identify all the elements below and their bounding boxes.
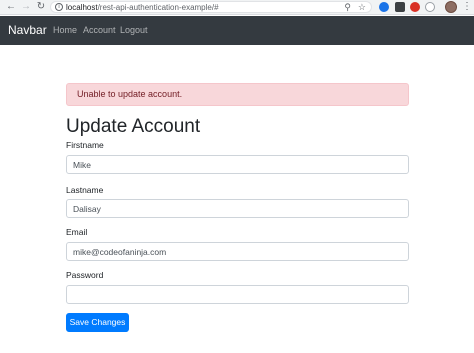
- firstname-label: Firstname: [66, 140, 104, 150]
- extension-icon[interactable]: [425, 2, 435, 12]
- url-text: localhost/rest-api-authentication-exampl…: [66, 3, 219, 12]
- navbar-brand[interactable]: Navbar: [8, 16, 47, 45]
- navbar: Navbar Home Account Logout: [0, 16, 474, 45]
- email-label: Email: [66, 227, 88, 237]
- address-bar[interactable]: i localhost/rest-api-authentication-exam…: [50, 1, 372, 13]
- back-icon[interactable]: ←: [5, 1, 17, 13]
- browser-toolbar: ← → ↻ i localhost/rest-api-authenticatio…: [0, 0, 474, 15]
- zoom-icon[interactable]: ⚲: [344, 2, 351, 13]
- email-field[interactable]: [66, 242, 409, 261]
- reload-icon[interactable]: ↻: [35, 1, 47, 13]
- forward-icon[interactable]: →: [20, 1, 32, 13]
- nav-link-logout[interactable]: Logout: [120, 16, 148, 45]
- extension-icon[interactable]: [379, 2, 389, 12]
- lastname-label: Lastname: [66, 185, 104, 195]
- nav-link-home[interactable]: Home: [53, 16, 77, 45]
- password-field[interactable]: [66, 285, 409, 304]
- lastname-field[interactable]: [66, 199, 409, 218]
- menu-icon[interactable]: ⋮: [462, 1, 472, 13]
- password-label: Password: [66, 270, 104, 280]
- nav-link-account[interactable]: Account: [83, 16, 116, 45]
- page-title: Update Account: [66, 116, 201, 137]
- extension-icon[interactable]: [410, 2, 420, 12]
- firstname-field[interactable]: [66, 155, 409, 174]
- save-changes-button[interactable]: Save Changes: [66, 313, 129, 332]
- profile-avatar[interactable]: [445, 1, 457, 13]
- info-icon[interactable]: i: [55, 3, 63, 11]
- star-icon[interactable]: ☆: [358, 2, 366, 13]
- error-alert: Unable to update account.: [66, 83, 409, 106]
- extension-icon[interactable]: [395, 2, 405, 12]
